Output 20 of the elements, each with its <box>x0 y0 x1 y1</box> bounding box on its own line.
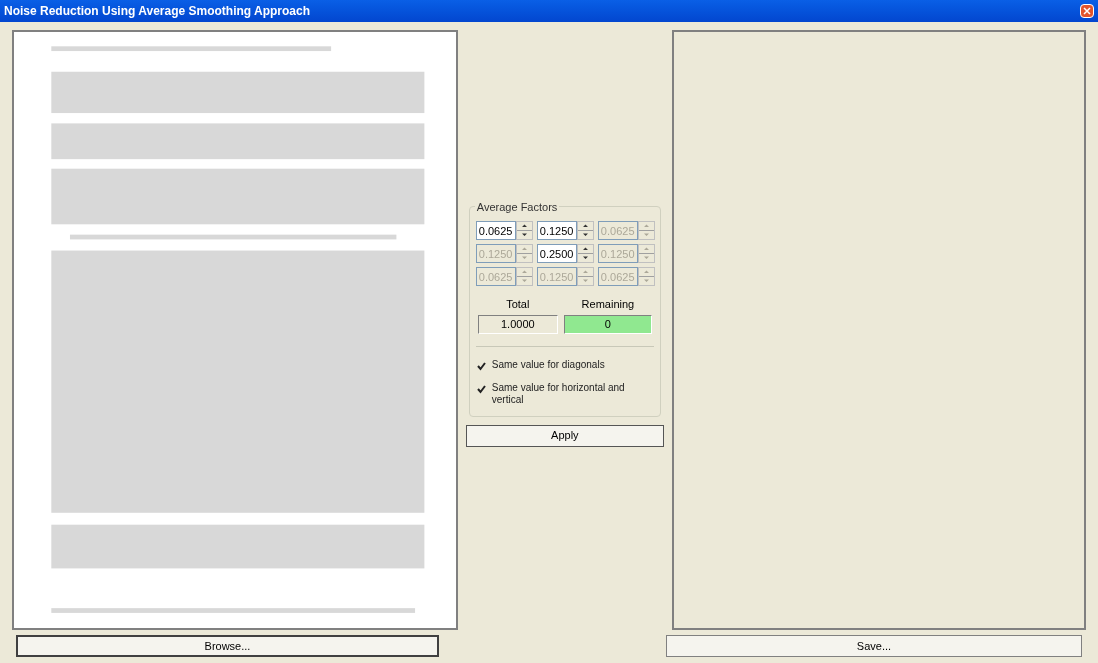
checkbox-label: Same value for horizontal and vertical <box>491 381 626 406</box>
spinner-icon[interactable] <box>576 221 594 240</box>
number-field[interactable]: 0.0625 <box>475 221 516 240</box>
spinner-icon[interactable] <box>515 221 533 240</box>
number-field[interactable]: 0.2500 <box>536 244 577 263</box>
checkbox[interactable] <box>475 383 487 395</box>
save-button[interactable]: Save... <box>665 635 1082 657</box>
close-icon <box>1083 7 1091 15</box>
apply-button[interactable]: Apply <box>465 424 664 447</box>
total-label: Total <box>506 297 530 312</box>
checkbox[interactable] <box>475 360 487 372</box>
spinner-icon[interactable] <box>576 244 594 263</box>
checkbox-label: Same value for diagonals <box>491 358 605 371</box>
window-title: Noise Reduction Using Average Smoothing Approach <box>4 3 311 20</box>
number-field[interactable]: 0.1250 <box>536 221 577 240</box>
close-button[interactable] <box>1080 4 1094 18</box>
remaining-label: Remaining <box>581 297 635 312</box>
browse-button[interactable]: Browse... <box>16 635 439 657</box>
total-value: 1.0000 <box>477 314 558 334</box>
remaining-value: 0 <box>563 314 652 334</box>
